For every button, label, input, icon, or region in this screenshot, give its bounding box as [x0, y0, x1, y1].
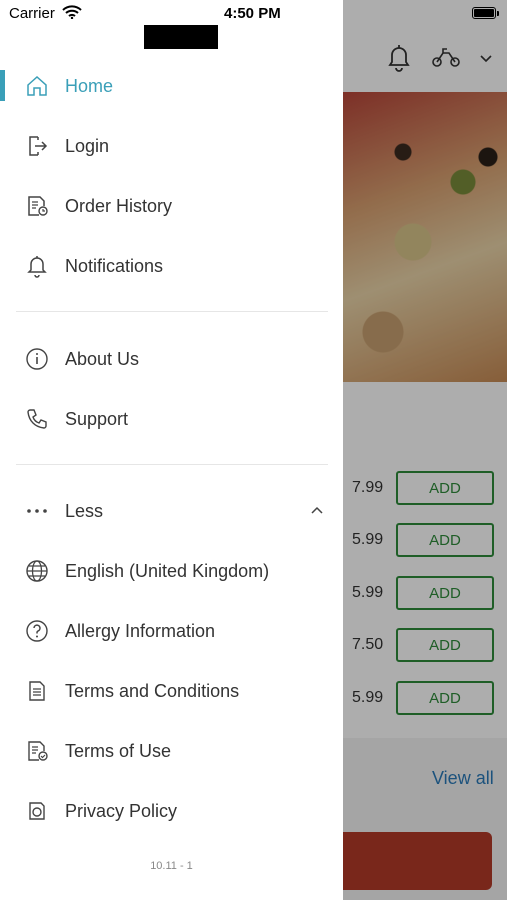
redacted-block	[144, 25, 218, 49]
menu-item-label: Home	[65, 75, 114, 96]
menu-item-label: Less	[65, 500, 104, 521]
divider	[16, 464, 328, 465]
globe-icon	[24, 558, 50, 584]
battery-icon	[472, 7, 496, 19]
menu-item-label: Privacy Policy	[65, 800, 178, 821]
status-bar: Carrier 4:50 PM	[0, 0, 507, 28]
menu-item-label: Support	[65, 408, 129, 429]
menu-item-order-history[interactable]: Order History	[0, 178, 343, 234]
divider	[16, 311, 328, 312]
chevron-up-icon[interactable]	[310, 502, 324, 520]
carrier-label: Carrier	[9, 5, 55, 22]
battery-tip	[497, 11, 499, 16]
privacy-icon	[24, 798, 50, 824]
info-icon	[24, 346, 50, 372]
phone-icon	[24, 406, 50, 432]
question-icon	[24, 618, 50, 644]
document-icon	[24, 678, 50, 704]
clock: 4:50 PM	[224, 5, 281, 22]
menu-item-support[interactable]: Support	[0, 391, 343, 447]
menu-item-less[interactable]: Less	[0, 483, 343, 539]
menu-item-label: English (United Kingdom)	[65, 560, 270, 581]
menu-item-label: Order History	[65, 195, 173, 216]
menu-item-label: Terms of Use	[65, 740, 172, 761]
side-drawer: Home Login Order History Notifications A…	[0, 0, 343, 900]
app-version: 10.11 - 1	[150, 860, 193, 872]
menu-item-privacy-policy[interactable]: Privacy Policy	[0, 783, 343, 839]
bell-icon	[24, 253, 50, 279]
menu-item-home[interactable]: Home	[0, 58, 343, 114]
order-history-icon	[24, 193, 50, 219]
menu-item-label: About Us	[65, 348, 140, 369]
menu-item-label: Allergy Information	[65, 620, 216, 641]
menu-item-allergy-information[interactable]: Allergy Information	[0, 603, 343, 659]
document-check-icon	[24, 738, 50, 764]
menu-item-language[interactable]: English (United Kingdom)	[0, 543, 343, 599]
wifi-icon	[62, 5, 82, 23]
menu-item-about-us[interactable]: About Us	[0, 331, 343, 387]
home-icon	[24, 73, 50, 99]
login-icon	[24, 133, 50, 159]
menu-item-terms-and-conditions[interactable]: Terms and Conditions	[0, 663, 343, 719]
menu-item-label: Terms and Conditions	[65, 680, 240, 701]
menu-item-notifications[interactable]: Notifications	[0, 238, 343, 294]
menu-item-terms-of-use[interactable]: Terms of Use	[0, 723, 343, 779]
menu-item-login[interactable]: Login	[0, 118, 343, 174]
more-dots-icon	[24, 498, 50, 524]
menu-item-label: Notifications	[65, 255, 164, 276]
menu-item-label: Login	[65, 135, 110, 156]
